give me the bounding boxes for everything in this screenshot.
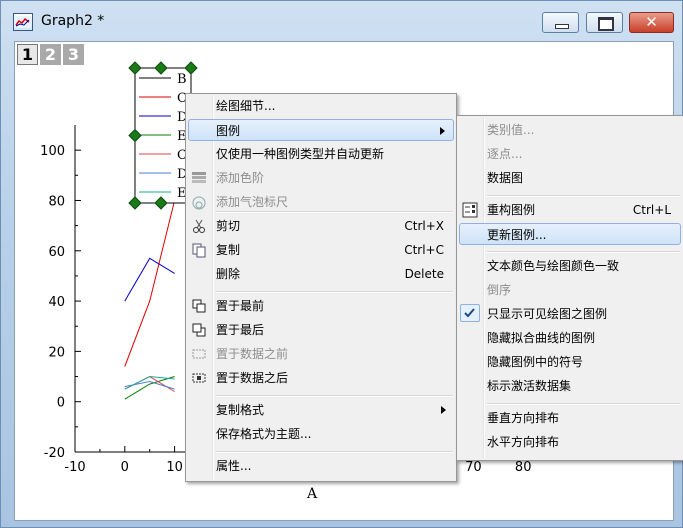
menu-item[interactable]: 隐藏拟合曲线的图例	[459, 327, 681, 349]
bring-front-icon	[191, 298, 207, 314]
menu-item-label: 复制	[216, 243, 241, 257]
menu-item[interactable]: 剪切 Ctrl+X	[188, 215, 454, 237]
menu-item-label: 水平方向排布	[487, 435, 560, 449]
menu-separator	[216, 291, 453, 293]
menu-item-label: 逐点...	[487, 147, 523, 161]
menu-item[interactable]: 重构图例 Ctrl+L	[459, 199, 681, 221]
menu-separator	[487, 195, 680, 197]
menu-item-label: 文本颜色与绘图颜色一致	[487, 259, 620, 273]
menu-item[interactable]: 图例	[188, 119, 454, 141]
layer-tabs: 1 2 3	[17, 44, 86, 66]
before-data-icon	[191, 346, 207, 362]
menu-item-label: 垂直方向排布	[487, 411, 560, 425]
menu-item[interactable]: 类别值...	[459, 119, 681, 141]
menu-separator	[487, 251, 680, 253]
menu-item-label: 属性...	[216, 459, 252, 473]
menu-item-label: 复制格式	[216, 403, 265, 417]
bubble-scale-icon	[191, 194, 207, 210]
menu-item[interactable]: 水平方向排布	[459, 431, 681, 453]
menu-item-shortcut: Ctrl+L	[632, 203, 671, 217]
menu-item-label: 删除	[216, 267, 241, 281]
menu-item-label: 标示激活数据集	[487, 379, 572, 393]
menu-item[interactable]: 复制格式	[188, 399, 454, 421]
scissors-icon	[191, 218, 207, 234]
menu-item-label: 绘图细节...	[216, 99, 276, 113]
layer-tab-1[interactable]: 1	[17, 44, 38, 65]
menu-item-shortcut: Ctrl+X	[404, 219, 444, 233]
menu-item-label: 置于最后	[216, 323, 265, 337]
menu-item-shortcut: Delete	[404, 267, 444, 281]
checkmark-icon	[460, 304, 480, 322]
after-data-icon	[191, 370, 207, 386]
menu-item[interactable]: 垂直方向排布	[459, 407, 681, 429]
menu-item-label: 重构图例	[487, 203, 536, 217]
menu-item[interactable]: 保存格式为主题...	[188, 423, 454, 445]
menu-separator	[216, 395, 453, 397]
menu-item-label: 置于数据之后	[216, 371, 289, 385]
menu-item[interactable]: 添加色阶	[188, 167, 454, 189]
menu-item-label: 只显示可见绘图之图例	[487, 307, 608, 321]
menu-item[interactable]: 只显示可见绘图之图例	[459, 303, 681, 325]
copy-icon	[191, 242, 207, 258]
menu-item[interactable]: 文本颜色与绘图颜色一致	[459, 255, 681, 277]
menu-item[interactable]: 仅使用一种图例类型并自动更新	[188, 143, 454, 165]
menu-item[interactable]: 属性...	[188, 455, 454, 477]
menu-item[interactable]: 置于最后	[188, 319, 454, 341]
menu-separator	[487, 403, 680, 405]
menu-item[interactable]: 隐藏图例中的符号	[459, 351, 681, 373]
menu-item-label: 置于最前	[216, 299, 265, 313]
menu-separator	[216, 451, 453, 453]
menu-item[interactable]: 逐点...	[459, 143, 681, 165]
menu-item-label: 图例	[216, 124, 241, 138]
send-back-icon	[191, 322, 207, 338]
graph-app-icon[interactable]	[13, 13, 33, 31]
legend-submenu: 类别值... 逐点... 数据图重构图例 Ctrl+L 更新图例... 文本颜色与绘图颜色…	[456, 115, 683, 461]
menu-item-label: 隐藏拟合曲线的图例	[487, 331, 596, 345]
menu-item-shortcut: Ctrl+C	[404, 243, 444, 257]
menu-item-label: 添加色阶	[216, 171, 265, 185]
close-icon: ✕	[645, 13, 658, 31]
menu-item-label: 隐藏图例中的符号	[487, 355, 584, 369]
layer-tab-3[interactable]: 3	[63, 44, 84, 65]
menu-item[interactable]: 数据图	[459, 167, 681, 189]
menu-item-label: 保存格式为主题...	[216, 427, 312, 441]
menu-item-label: 添加气泡标尺	[216, 195, 289, 209]
menu-item-label: 仅使用一种图例类型并自动更新	[216, 147, 385, 161]
menu-item-label: 置于数据之前	[216, 347, 289, 361]
window-title: Graph2 *	[41, 13, 105, 29]
menu-item[interactable]: 复制 Ctrl+C	[188, 239, 454, 261]
menu-item[interactable]: 添加气泡标尺	[188, 191, 454, 213]
maximize-button[interactable]	[586, 12, 623, 33]
submenu-arrow-icon	[441, 406, 446, 414]
menu-item[interactable]: 标示激活数据集	[459, 375, 681, 397]
context-menu: 绘图细节... 图例仅使用一种图例类型并自动更新 添加色阶添加气泡标尺 剪切 Ctrl+…	[185, 93, 457, 482]
menu-item[interactable]: 置于数据之后	[188, 367, 454, 389]
title-bar[interactable]: Graph2 * ✕	[1, 1, 682, 41]
layer-tab-2[interactable]: 2	[40, 44, 61, 65]
menu-item-label: 剪切	[216, 219, 241, 233]
menu-item[interactable]: 删除 Delete	[188, 263, 454, 285]
menu-item-label: 数据图	[487, 171, 524, 185]
menu-item-label: 倒序	[487, 283, 512, 297]
menu-separator	[216, 211, 453, 213]
menu-item[interactable]: 置于数据之前	[188, 343, 454, 365]
menu-item[interactable]: 置于最前	[188, 295, 454, 317]
close-button[interactable]: ✕	[629, 12, 674, 33]
submenu-arrow-icon	[440, 127, 445, 135]
menu-item[interactable]: 更新图例...	[459, 223, 681, 245]
menu-item[interactable]: 倒序	[459, 279, 681, 301]
menu-item-label: 更新图例...	[487, 228, 547, 242]
menu-item-label: 类别值...	[487, 123, 535, 137]
colorscale-icon	[191, 170, 207, 186]
minimize-button[interactable]	[542, 12, 579, 33]
reconstruct-legend-icon	[462, 202, 478, 218]
menu-item[interactable]: 绘图细节...	[188, 95, 454, 117]
